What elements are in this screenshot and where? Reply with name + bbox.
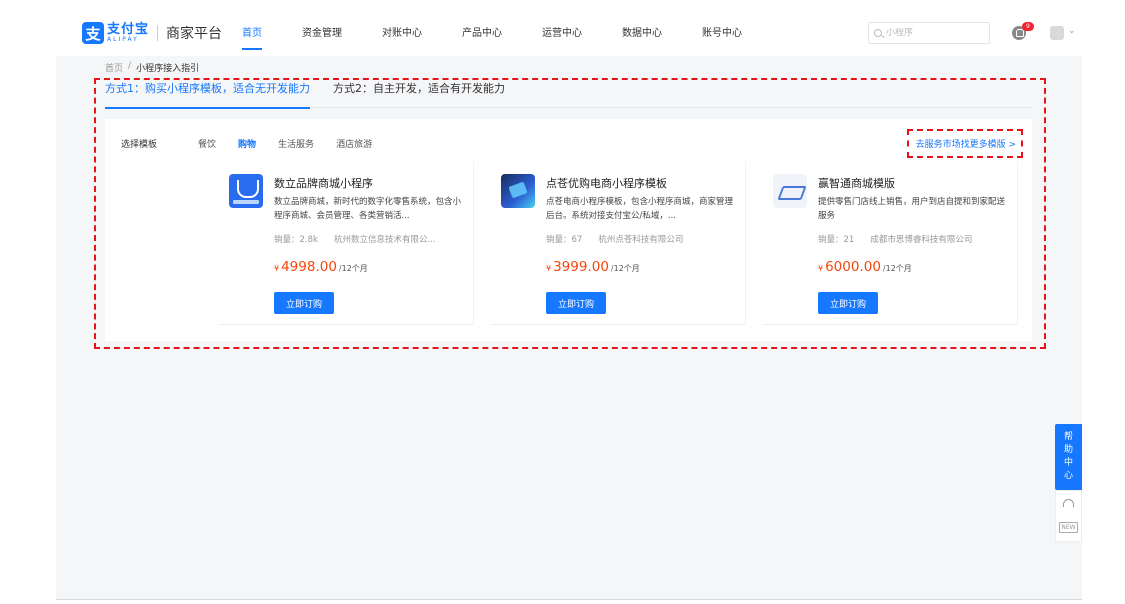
product-card: 赢智通商城模版 提供零售门店线上销售，用户到店自提和到家配送服务 销量：21 成都… xyxy=(763,161,1018,325)
buy-now-button[interactable]: 立即订购 xyxy=(546,292,606,314)
nav-home[interactable]: 首页 xyxy=(242,12,262,56)
price-value: 3999.00 xyxy=(553,259,609,275)
nav-operations[interactable]: 运营中心 xyxy=(542,12,582,56)
more-templates-link[interactable]: 去服务市场找更多模版 > xyxy=(916,137,1016,150)
breadcrumb-separator: / xyxy=(128,61,132,71)
alipay-logo[interactable]: 支 支付宝 ALIPAY 商家平台 xyxy=(82,22,222,44)
logo-divider xyxy=(157,25,159,41)
tab-self-develop[interactable]: 方式2：自主开发，适合有开发能力 xyxy=(333,82,505,108)
page: 支 支付宝 ALIPAY 商家平台 首页 资金管理 对账中心 产品中心 运营中心… xyxy=(56,12,1082,600)
price-currency: ¥ xyxy=(274,264,280,273)
product-title[interactable]: 点苍优购电商小程序模板 xyxy=(546,175,667,191)
help-center-float: 帮 助 中 心 NEW xyxy=(1055,424,1082,542)
laptop-illustration-icon[interactable] xyxy=(773,174,807,208)
buy-now-button[interactable]: 立即订购 xyxy=(274,292,334,314)
category-life-services[interactable]: 生活服务 xyxy=(278,137,314,150)
product-sales: 销量：21 xyxy=(818,235,855,245)
category-catering[interactable]: 餐饮 xyxy=(198,137,216,150)
product-description: 点苍电商小程序模板，包含小程序商城，商家管理后台。系统对接支付宝公/私域，... xyxy=(546,197,734,221)
search-input[interactable] xyxy=(886,28,986,38)
search-icon xyxy=(874,29,882,37)
platform-name: 商家平台 xyxy=(166,26,223,42)
product-list: 数立品牌商城小程序 数立品牌商城，新时代的数字化零售系统，包含小程序商城、会员管… xyxy=(219,161,1035,325)
category-shopping[interactable]: 购物 xyxy=(238,137,256,150)
price-value: 6000.00 xyxy=(825,259,881,275)
product-price: ¥ 3999.00 /12个月 xyxy=(546,259,640,275)
product-description: 数立品牌商城，新时代的数字化零售系统，包含小程序商城、会员管理、各类营销活... xyxy=(274,197,462,221)
product-vendor: 杭州点苍科技有限公司 xyxy=(598,235,684,245)
new-feature-icon[interactable]: NEW xyxy=(1059,522,1078,534)
notification-badge: 9 xyxy=(1022,22,1034,31)
product-title[interactable]: 数立品牌商城小程序 xyxy=(274,175,373,191)
logo-english-name: ALIPAY xyxy=(107,36,139,43)
category-hotel-travel[interactable]: 酒店旅游 xyxy=(336,137,372,150)
product-price: ¥ 4998.00 /12个月 xyxy=(274,259,368,275)
product-meta: 销量：21 成都市思博睿科技有限公司 xyxy=(818,233,1013,245)
alipay-logo-icon: 支 xyxy=(82,22,104,44)
nav-products[interactable]: 产品中心 xyxy=(462,12,502,56)
product-card: 点苍优购电商小程序模板 点苍电商小程序模板，包含小程序商城，商家管理后台。系统对… xyxy=(491,161,746,325)
price-value: 4998.00 xyxy=(281,259,337,275)
search-box[interactable] xyxy=(868,22,990,44)
top-navigation-bar: 支 支付宝 ALIPAY 商家平台 首页 资金管理 对账中心 产品中心 运营中心… xyxy=(56,12,1082,56)
price-currency: ¥ xyxy=(818,264,824,273)
logo-name: 支付宝 xyxy=(107,22,150,37)
product-meta: 销量：2.8k 杭州数立信息技术有限公... xyxy=(274,233,469,245)
buy-now-button[interactable]: 立即订购 xyxy=(818,292,878,314)
price-period: /12个月 xyxy=(882,264,912,273)
template-panel: 选择模板 餐饮 购物 生活服务 酒店旅游 去服务市场找更多模版 > 数立品牌商城… xyxy=(105,119,1032,341)
tab-buy-template[interactable]: 方式1：购买小程序模板，适合无开发能力 xyxy=(105,82,310,109)
breadcrumb-home[interactable]: 首页 xyxy=(105,61,123,74)
isometric-platform-icon[interactable] xyxy=(501,174,535,208)
help-center-button[interactable]: 帮 助 中 心 xyxy=(1055,424,1082,490)
nav-reconciliation[interactable]: 对账中心 xyxy=(382,12,422,56)
help-char: 心 xyxy=(1063,471,1073,481)
help-tools: NEW xyxy=(1055,490,1082,542)
headset-icon[interactable] xyxy=(1063,498,1074,507)
product-vendor: 成都市思博睿科技有限公司 xyxy=(870,235,973,245)
nav-account[interactable]: 账号中心 xyxy=(702,12,742,56)
category-filter: 选择模板 餐饮 购物 生活服务 酒店旅游 xyxy=(121,137,394,150)
chevron-down-icon[interactable]: ⌄ xyxy=(1068,26,1076,36)
main-nav: 首页 资金管理 对账中心 产品中心 运营中心 数据中心 账号中心 xyxy=(242,12,782,56)
method-tabs: 方式1：购买小程序模板，适合无开发能力 方式2：自主开发，适合有开发能力 xyxy=(105,82,1032,109)
product-meta: 销量：67 杭州点苍科技有限公司 xyxy=(546,233,741,245)
breadcrumb: 首页 / 小程序接入指引 xyxy=(105,61,199,74)
product-description: 提供零售门店线上销售，用户到店自提和到家配送服务 xyxy=(818,197,1006,221)
product-sales: 销量：67 xyxy=(546,235,583,245)
help-char: 助 xyxy=(1063,445,1073,455)
category-label: 选择模板 xyxy=(121,140,158,150)
help-char: 帮 xyxy=(1063,432,1073,442)
product-title[interactable]: 赢智通商城模版 xyxy=(818,175,895,191)
price-period: /12个月 xyxy=(610,264,640,273)
breadcrumb-current: 小程序接入指引 xyxy=(136,64,200,74)
shopping-bag-icon[interactable] xyxy=(229,174,263,208)
product-card: 数立品牌商城小程序 数立品牌商城，新时代的数字化零售系统，包含小程序商城、会员管… xyxy=(219,161,474,325)
nav-data[interactable]: 数据中心 xyxy=(622,12,662,56)
price-currency: ¥ xyxy=(546,264,552,273)
product-price: ¥ 6000.00 /12个月 xyxy=(818,259,912,275)
avatar[interactable] xyxy=(1050,26,1064,40)
nav-funds[interactable]: 资金管理 xyxy=(302,12,342,56)
product-sales: 销量：2.8k xyxy=(274,235,318,245)
price-period: /12个月 xyxy=(338,264,368,273)
help-char: 中 xyxy=(1063,458,1073,468)
product-vendor: 杭州数立信息技术有限公... xyxy=(333,235,436,245)
